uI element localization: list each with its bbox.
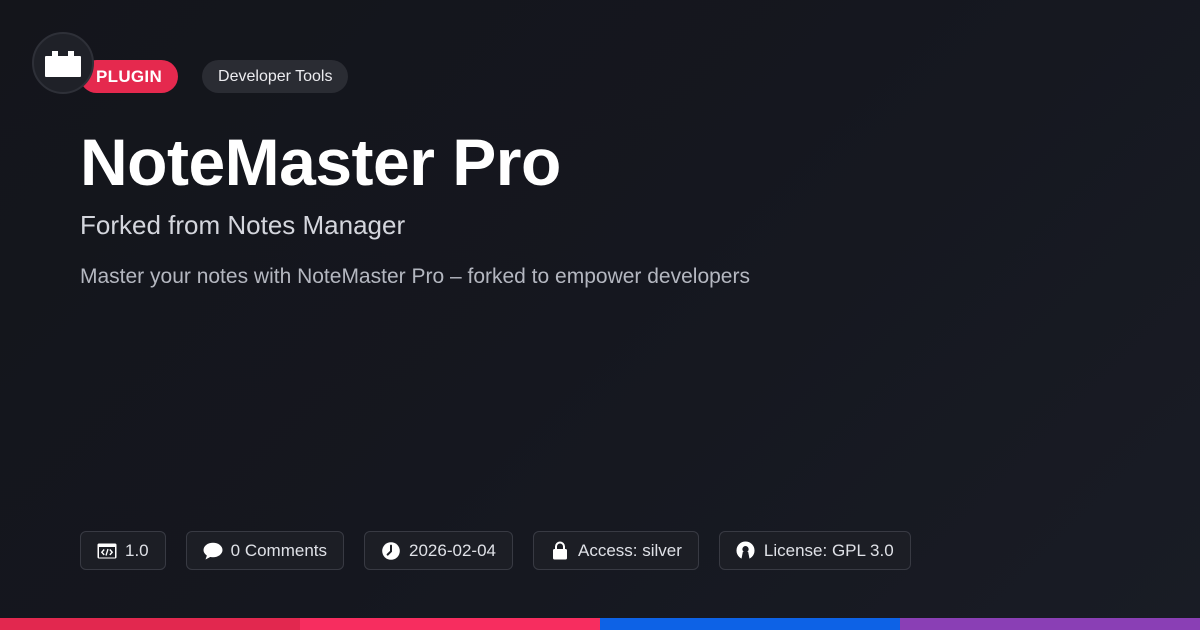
page-description: Master your notes with NoteMaster Pro – … xyxy=(80,265,750,288)
version-label: 1.0 xyxy=(125,540,149,560)
comments-label: 0 Comments xyxy=(230,540,328,560)
plugin-block-icon xyxy=(45,49,81,77)
logo-badge xyxy=(32,32,94,94)
comment-bubble-icon xyxy=(203,541,223,561)
page-subtitle: Forked from Notes Manager xyxy=(80,210,406,240)
access-chip: Access: silver xyxy=(532,531,699,570)
clock-icon xyxy=(381,541,401,561)
license-label: License: GPL 3.0 xyxy=(763,540,894,560)
stripe-segment xyxy=(300,618,600,630)
type-badge: PLUGIN xyxy=(80,60,179,93)
lock-icon xyxy=(550,541,570,561)
page-title: NoteMaster Pro xyxy=(80,125,561,199)
stripe-segment xyxy=(900,618,1200,630)
access-label: Access: silver xyxy=(577,540,682,560)
color-stripe xyxy=(0,618,1200,630)
date-chip: 2026-02-04 xyxy=(364,531,513,570)
open-source-icon xyxy=(736,541,756,561)
badge-row: PLUGIN Developer Tools xyxy=(80,60,349,93)
category-badge[interactable]: Developer Tools xyxy=(202,60,349,93)
meta-row: 1.0 0 Comments 2026-02-04 Access: silver xyxy=(80,531,911,570)
version-chip: 1.0 xyxy=(80,531,166,570)
stripe-segment xyxy=(0,618,300,630)
stripe-segment xyxy=(600,618,900,630)
code-window-icon xyxy=(97,541,117,561)
date-label: 2026-02-04 xyxy=(409,540,496,560)
comments-chip[interactable]: 0 Comments xyxy=(185,531,345,570)
license-chip: License: GPL 3.0 xyxy=(718,531,911,570)
